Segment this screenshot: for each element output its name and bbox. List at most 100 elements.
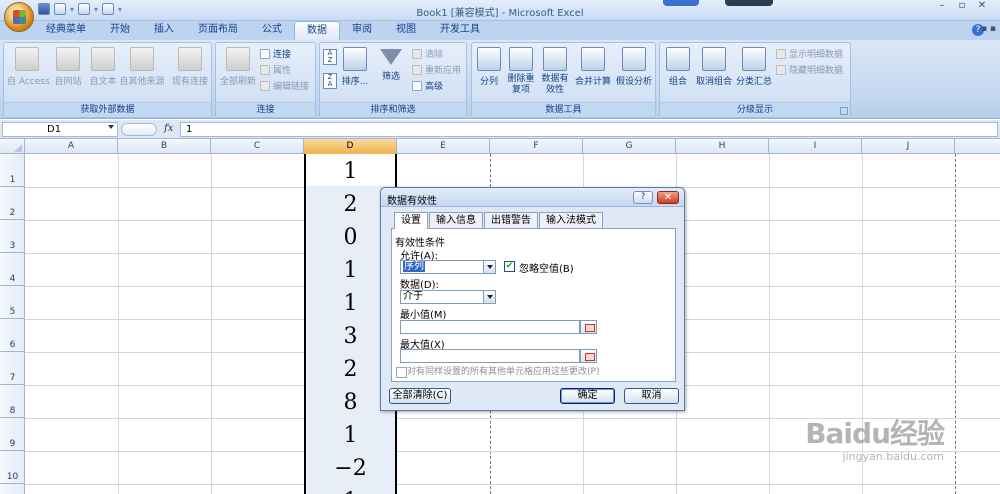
apply-all-checkbox[interactable]	[396, 367, 407, 378]
dialog-tab-ime-mode[interactable]: 输入法模式	[539, 212, 603, 228]
text-to-columns-button[interactable]: 分列	[474, 45, 504, 87]
tab-formulas[interactable]: 公式	[250, 21, 294, 40]
column-header-c[interactable]: C	[211, 139, 304, 154]
minimize-icon[interactable]: –	[932, 0, 952, 14]
subtotal-icon	[742, 47, 766, 71]
tab-review[interactable]: 审阅	[340, 21, 384, 40]
grid-line	[211, 154, 212, 494]
row-header-10[interactable]: 10	[0, 451, 25, 484]
column-header-h[interactable]: H	[676, 139, 769, 154]
remove-duplicates-button[interactable]: 删除重复项	[504, 45, 538, 96]
hide-detail-link[interactable]: 隐藏明细数据	[776, 63, 843, 76]
tab-insert[interactable]: 插入	[142, 21, 186, 40]
name-box-dropdown-icon[interactable]	[108, 125, 114, 129]
refresh-all-button[interactable]: 全部刷新	[218, 45, 258, 87]
existing-connections-button[interactable]: 现有连接	[170, 45, 210, 87]
formula-input[interactable]: 1	[180, 122, 998, 137]
formula-cancel-button[interactable]	[121, 123, 157, 136]
data-select[interactable]: 介于	[400, 290, 496, 304]
row-header-7[interactable]: 7	[0, 352, 25, 385]
row-header-6[interactable]: 6	[0, 319, 25, 352]
dialog-close-icon[interactable]: ✕	[657, 191, 679, 204]
maximum-input[interactable]	[400, 349, 580, 363]
row-header-5[interactable]: 5	[0, 286, 25, 319]
column-header-f[interactable]: F	[490, 139, 583, 154]
select-all-button[interactable]	[0, 139, 25, 154]
advanced-filter-link[interactable]: 高级	[412, 79, 443, 92]
data-validation-icon	[543, 47, 567, 71]
column-header-g[interactable]: G	[583, 139, 676, 154]
tab-page-layout[interactable]: 页面布局	[186, 21, 250, 40]
reapply-link[interactable]: 重新应用	[412, 63, 461, 76]
subtotal-button[interactable]: 分类汇总	[736, 45, 772, 87]
ungroup-button[interactable]: 取消组合	[694, 45, 734, 87]
tab-data[interactable]: 数据	[294, 21, 340, 40]
from-text-button[interactable]: 自文本	[86, 45, 120, 87]
dialog-tab-settings[interactable]: 设置	[394, 212, 428, 229]
tab-view[interactable]: 视图	[384, 21, 428, 40]
allow-select[interactable]: 序列	[400, 260, 496, 274]
edit-links-link[interactable]: 编辑链接	[260, 79, 309, 92]
what-if-analysis-button[interactable]: 假设分析	[614, 45, 654, 87]
column-header-i[interactable]: I	[769, 139, 862, 154]
clear-all-button[interactable]: 全部清除(C)	[389, 388, 451, 404]
clear-filter-link[interactable]: 清除	[412, 47, 443, 60]
from-web-button[interactable]: 自网站	[50, 45, 86, 87]
from-access-button[interactable]: 自 Access	[7, 45, 50, 87]
restore-icon[interactable]: ▫	[952, 0, 972, 14]
data-label: 数据(D):	[400, 280, 439, 291]
ribbon: 自 Access 自网站 自文本 自其他来源 现有连接 获取外部数据 全部刷新 …	[0, 40, 1000, 119]
dialog-launcher-icon[interactable]	[840, 107, 848, 115]
row-header-3[interactable]: 3	[0, 220, 25, 253]
column-header-k[interactable]	[955, 139, 1000, 154]
group-title: 获取外部数据	[4, 102, 211, 117]
consolidate-button[interactable]: 合并计算	[574, 45, 612, 87]
column-header-a[interactable]: A	[25, 139, 118, 154]
minimum-range-picker-icon[interactable]	[580, 320, 597, 334]
row-header-4[interactable]: 4	[0, 253, 25, 286]
sort-az-icon[interactable]: AZ	[323, 49, 337, 65]
minimum-input[interactable]	[400, 320, 580, 334]
grid-line	[25, 484, 1000, 485]
cell-d1[interactable]: 1	[306, 154, 395, 187]
column-header-b[interactable]: B	[118, 139, 211, 154]
row-header-2[interactable]: 2	[0, 187, 25, 220]
row-header-9[interactable]: 9	[0, 418, 25, 451]
group-button[interactable]: 组合	[663, 45, 693, 87]
data-validation-button[interactable]: 数据有效性	[538, 45, 572, 96]
office-button[interactable]	[4, 2, 34, 32]
show-detail-link[interactable]: 显示明细数据	[776, 47, 843, 60]
cell-d9[interactable]: 1	[306, 418, 395, 451]
cancel-button[interactable]: 取消	[624, 388, 679, 404]
row-header-1[interactable]: 1	[0, 154, 25, 187]
ignore-blank-label[interactable]: 忽略空值(B)	[519, 260, 574, 275]
column-header-d[interactable]: D	[304, 139, 397, 154]
maximum-range-picker-icon[interactable]	[580, 349, 597, 363]
close-window-icon[interactable]: ✕	[972, 0, 992, 14]
filter-button[interactable]: 筛选	[376, 45, 406, 82]
dialog-tab-error-alert[interactable]: 出错警告	[484, 212, 538, 228]
row-header-8[interactable]: 8	[0, 385, 25, 418]
cell-d11[interactable]: 1	[306, 484, 395, 494]
tab-developer[interactable]: 开发工具	[428, 21, 492, 40]
dialog-tab-input-message[interactable]: 输入信息	[429, 212, 483, 228]
properties-link[interactable]: 属性	[260, 63, 291, 76]
dialog-help-icon[interactable]: ?	[633, 191, 653, 204]
connections-link[interactable]: 连接	[260, 47, 291, 60]
name-box[interactable]: D1	[2, 122, 118, 137]
column-header-e[interactable]: E	[397, 139, 490, 154]
insert-function-icon[interactable]: fx	[164, 123, 173, 134]
chevron-down-icon[interactable]	[483, 261, 495, 273]
ignore-blank-checkbox[interactable]: ✔	[504, 261, 515, 272]
ok-button[interactable]: 确定	[560, 388, 615, 404]
chevron-down-icon[interactable]	[483, 291, 495, 303]
column-header-j[interactable]: J	[862, 139, 955, 154]
cell-d10[interactable]: −2	[306, 451, 395, 484]
from-other-sources-button[interactable]: 自其他来源	[118, 45, 166, 87]
tab-classic-menu[interactable]: 经典菜单	[34, 21, 98, 40]
dialog-title-bar[interactable]: 数据有效性 ? ✕	[381, 188, 684, 207]
ribbon-controls-icon[interactable]: ▪ ▪	[981, 24, 996, 34]
sort-button[interactable]: 排序...	[340, 45, 370, 87]
sort-za-icon[interactable]: ZA	[323, 73, 337, 89]
tab-home[interactable]: 开始	[98, 21, 142, 40]
